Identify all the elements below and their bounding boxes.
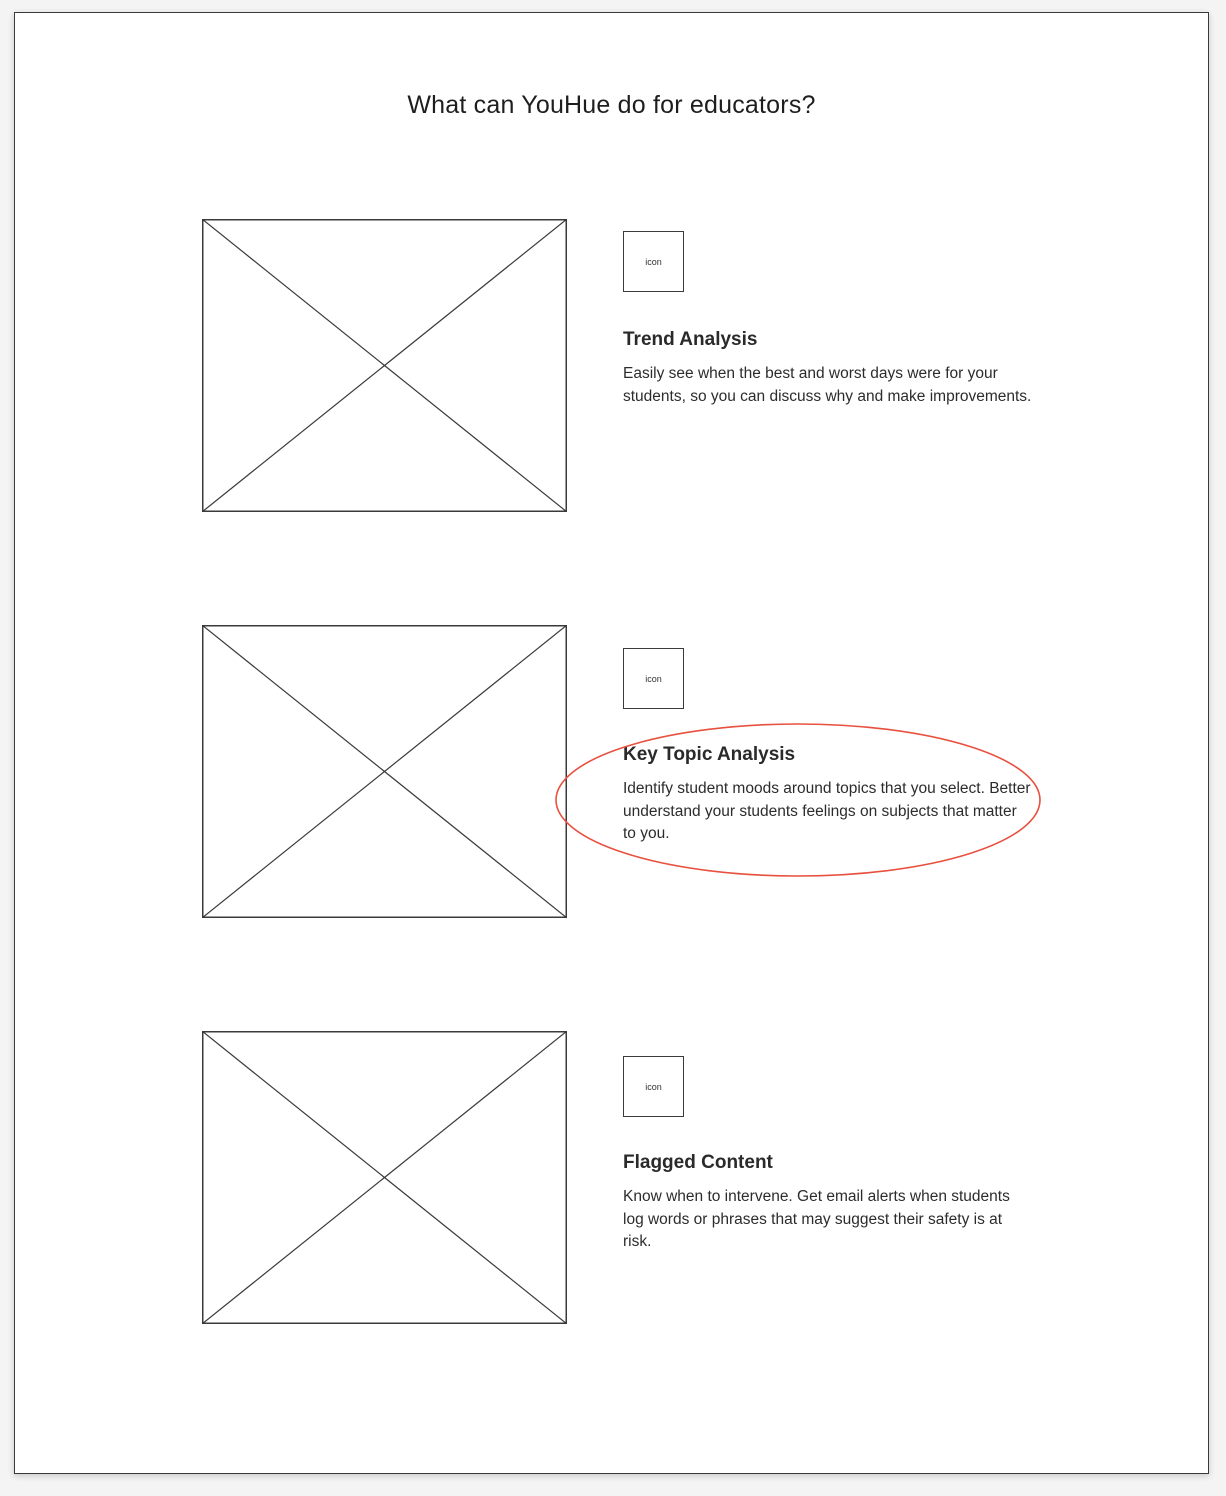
image-placeholder-trend-analysis xyxy=(202,219,567,512)
trend-analysis-icon: icon xyxy=(623,231,684,292)
key-topic-analysis-icon: icon xyxy=(623,648,684,709)
icon-placeholder-label: icon xyxy=(645,256,662,267)
feature-title-trend-analysis: Trend Analysis xyxy=(623,329,758,350)
feature-title-key-topic-analysis: Key Topic Analysis xyxy=(623,744,796,765)
feature-description-flagged-content: Know when to intervene. Get email alerts… xyxy=(623,1188,1010,1250)
feature-description-trend-analysis: Easily see when the best and worst days … xyxy=(623,365,1032,405)
page-title: What can YouHue do for educators? xyxy=(407,91,816,119)
feature-title-flagged-content: Flagged Content xyxy=(623,1152,773,1173)
flagged-content-icon: icon xyxy=(623,1056,684,1117)
image-placeholder-flagged-content xyxy=(202,1031,567,1324)
wireframe-artboard: What can YouHue do for educators? icon T… xyxy=(14,12,1209,1474)
icon-placeholder-label: icon xyxy=(645,1081,662,1092)
feature-description-key-topic-analysis: Identify student moods around topics tha… xyxy=(623,780,1031,842)
icon-placeholder-label: icon xyxy=(645,673,662,684)
image-placeholder-key-topic-analysis xyxy=(202,625,567,918)
